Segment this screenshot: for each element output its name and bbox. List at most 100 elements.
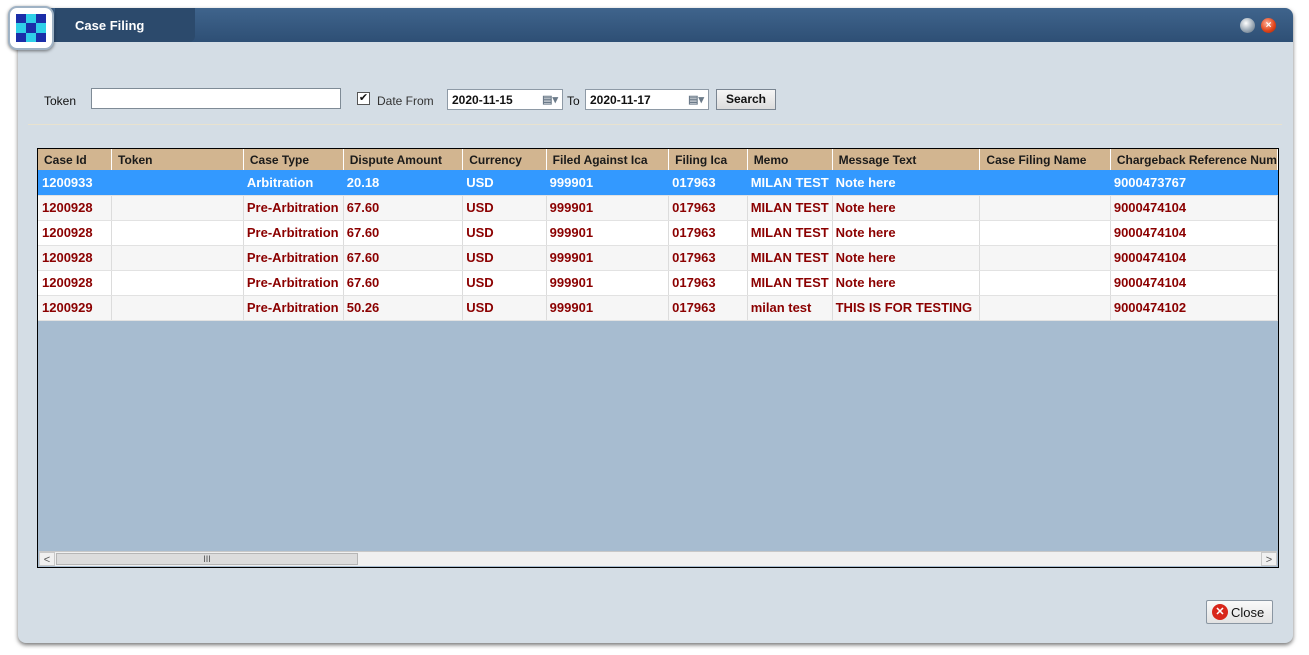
scroll-left-arrow[interactable]: < — [39, 552, 55, 566]
table-cell[interactable]: Arbitration — [243, 170, 344, 196]
table-cell[interactable]: 017963 — [668, 270, 748, 296]
table-cell[interactable]: Note here — [832, 170, 981, 196]
table-cell[interactable] — [979, 195, 1111, 221]
table-cell[interactable]: Note here — [832, 270, 981, 296]
scroll-thumb[interactable]: III — [56, 553, 358, 565]
column-header[interactable]: Filed Against Ica — [546, 149, 670, 170]
close-icon[interactable]: × — [1261, 18, 1276, 33]
table-cell[interactable]: 999901 — [546, 220, 670, 246]
table-cell[interactable] — [111, 220, 244, 246]
calendar-icon[interactable]: ▤▾ — [688, 93, 704, 106]
column-header[interactable]: Token — [111, 149, 244, 170]
date-from-checkbox[interactable]: ✔ — [357, 92, 370, 105]
table-cell[interactable] — [979, 270, 1111, 296]
table-cell[interactable]: 9000474104 — [1110, 220, 1278, 246]
table-cell[interactable]: 67.60 — [343, 195, 464, 221]
table-cell[interactable] — [979, 245, 1111, 271]
column-header[interactable]: Case Filing Name — [979, 149, 1111, 170]
table-cell[interactable]: 9000474104 — [1110, 245, 1278, 271]
column-header[interactable]: Dispute Amount — [343, 149, 464, 170]
horizontal-scrollbar[interactable]: < III > — [39, 551, 1277, 566]
table-cell[interactable]: USD — [462, 295, 547, 321]
table-cell[interactable]: 017963 — [668, 170, 748, 196]
table-cell[interactable]: 9000473767 — [1110, 170, 1278, 196]
table-cell[interactable]: 9000474104 — [1110, 270, 1278, 296]
table-cell[interactable]: MILAN TEST — [747, 220, 833, 246]
search-button[interactable]: Search — [716, 89, 776, 110]
table-cell[interactable]: 67.60 — [343, 270, 464, 296]
table-cell[interactable]: 1200928 — [38, 220, 113, 246]
table-cell[interactable]: USD — [462, 195, 547, 221]
table-cell[interactable]: 017963 — [668, 220, 748, 246]
table-cell[interactable] — [979, 295, 1111, 321]
to-label: To — [567, 94, 580, 108]
table-cell[interactable]: MILAN TEST — [747, 245, 833, 271]
table-cell[interactable]: 9000474104 — [1110, 195, 1278, 221]
calendar-icon[interactable]: ▤▾ — [542, 93, 558, 106]
table-cell[interactable]: 1200928 — [38, 270, 113, 296]
table-cell[interactable]: Pre-Arbitration — [243, 245, 344, 271]
table-cell[interactable]: 999901 — [546, 170, 670, 196]
date-to-picker[interactable]: 2020-11-17 ▤▾ — [585, 89, 709, 110]
table-cell[interactable] — [111, 295, 244, 321]
table-cell[interactable] — [111, 245, 244, 271]
column-header[interactable]: Chargeback Reference Num — [1110, 149, 1278, 170]
table-cell[interactable]: USD — [462, 270, 547, 296]
table-cell[interactable]: 999901 — [546, 195, 670, 221]
close-button[interactable]: ✕ Close — [1206, 600, 1273, 624]
column-header[interactable]: Case Id — [38, 149, 113, 170]
table-cell[interactable]: milan test — [747, 295, 833, 321]
scroll-right-arrow[interactable]: > — [1261, 552, 1277, 566]
table-cell[interactable]: Note here — [832, 220, 981, 246]
table-row[interactable]: 1200928 Pre-Arbitration 67.60 USD 999901 0179… — [38, 270, 1278, 296]
table-cell[interactable] — [111, 170, 244, 196]
table-cell[interactable]: 9000474102 — [1110, 295, 1278, 321]
table-cell[interactable]: Pre-Arbitration — [243, 195, 344, 221]
table-cell[interactable]: USD — [462, 170, 547, 196]
table-cell[interactable] — [979, 170, 1111, 196]
table-cell[interactable]: Pre-Arbitration — [243, 270, 344, 296]
column-header[interactable]: Case Type — [243, 149, 344, 170]
table-cell[interactable]: 50.26 — [343, 295, 464, 321]
table-cell[interactable] — [111, 270, 244, 296]
table-row[interactable]: 1200933 Arbitration 20.18 USD 999901 017963 MI… — [38, 170, 1278, 196]
table-cell[interactable]: 1200928 — [38, 195, 113, 221]
table-cell[interactable]: Note here — [832, 245, 981, 271]
table-row[interactable]: 1200929 Pre-Arbitration 50.26 USD 999901 0179… — [38, 295, 1278, 321]
case-grid[interactable]: Case Id Token Case Type Dispute Amount C… — [37, 148, 1279, 568]
column-header[interactable]: Filing Ica — [668, 149, 748, 170]
table-cell[interactable]: USD — [462, 220, 547, 246]
table-row[interactable]: 1200928 Pre-Arbitration 67.60 USD 999901 0179… — [38, 195, 1278, 221]
date-to-value: 2020-11-17 — [590, 93, 651, 107]
table-cell[interactable]: 017963 — [668, 245, 748, 271]
table-cell[interactable]: 999901 — [546, 245, 670, 271]
column-header[interactable]: Message Text — [832, 149, 981, 170]
table-cell[interactable] — [979, 220, 1111, 246]
table-cell[interactable]: 999901 — [546, 270, 670, 296]
table-row[interactable]: 1200928 Pre-Arbitration 67.60 USD 999901 0179… — [38, 220, 1278, 246]
table-cell[interactable]: 67.60 — [343, 245, 464, 271]
table-cell[interactable]: THIS IS FOR TESTING — [832, 295, 981, 321]
table-cell[interactable]: USD — [462, 245, 547, 271]
table-cell[interactable]: Pre-Arbitration — [243, 220, 344, 246]
table-cell[interactable]: 1200929 — [38, 295, 113, 321]
table-cell[interactable]: 1200933 — [38, 170, 113, 196]
table-row[interactable]: 1200928 Pre-Arbitration 67.60 USD 999901 0179… — [38, 245, 1278, 271]
table-cell[interactable]: MILAN TEST — [747, 195, 833, 221]
table-cell[interactable]: Pre-Arbitration — [243, 295, 344, 321]
minimize-icon[interactable] — [1240, 18, 1255, 33]
token-input[interactable] — [91, 88, 341, 109]
table-cell[interactable]: Note here — [832, 195, 981, 221]
table-cell[interactable]: MILAN TEST — [747, 170, 833, 196]
column-header[interactable]: Currency — [462, 149, 547, 170]
date-from-picker[interactable]: 2020-11-15 ▤▾ — [447, 89, 563, 110]
table-cell[interactable]: 017963 — [668, 295, 748, 321]
column-header[interactable]: Memo — [747, 149, 833, 170]
table-cell[interactable]: 017963 — [668, 195, 748, 221]
table-cell[interactable]: 67.60 — [343, 220, 464, 246]
table-cell[interactable]: 999901 — [546, 295, 670, 321]
table-cell[interactable]: MILAN TEST — [747, 270, 833, 296]
table-cell[interactable]: 1200928 — [38, 245, 113, 271]
table-cell[interactable]: 20.18 — [343, 170, 464, 196]
table-cell[interactable] — [111, 195, 244, 221]
